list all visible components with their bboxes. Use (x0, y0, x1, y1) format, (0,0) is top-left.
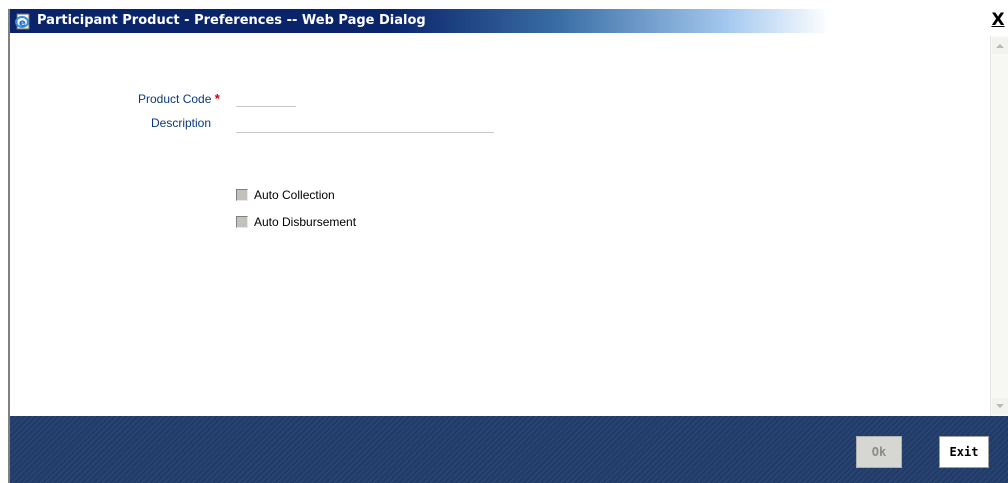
auto-collection-label: Auto Collection (254, 188, 335, 202)
vertical-scrollbar[interactable] (990, 36, 1008, 416)
auto-disbursement-checkbox[interactable] (236, 216, 248, 228)
auto-collection-row[interactable]: Auto Collection (236, 187, 335, 203)
dialog-window: e Participant Product - Preferences -- W… (8, 9, 1008, 483)
dialog-content: Product Code * Description Auto Collecti… (10, 33, 990, 416)
auto-disbursement-row[interactable]: Auto Disbursement (236, 214, 356, 230)
close-icon[interactable]: X (988, 10, 1008, 30)
svg-text:e: e (19, 18, 26, 29)
product-code-input[interactable] (236, 91, 296, 107)
ie-page-icon: e (14, 13, 32, 30)
description-input[interactable] (236, 117, 494, 133)
arrow-up-icon (996, 44, 1004, 48)
auto-collection-checkbox[interactable] (236, 189, 248, 201)
description-label: Description (151, 116, 212, 130)
title-bar[interactable]: e Participant Product - Preferences -- W… (10, 9, 1008, 33)
required-marker: * (214, 91, 220, 106)
product-code-label: Product Code * (138, 91, 220, 106)
auto-disbursement-label: Auto Disbursement (254, 215, 357, 229)
scroll-down-button[interactable] (992, 398, 1008, 414)
window-title: Participant Product - Preferences -- Web… (37, 13, 426, 28)
dialog-footer: Ok Exit (10, 416, 1008, 483)
arrow-down-icon (996, 404, 1004, 408)
exit-button[interactable]: Exit (939, 436, 989, 468)
ok-button[interactable]: Ok (856, 436, 902, 468)
product-code-label-text: Product Code (138, 92, 212, 106)
scroll-up-button[interactable] (992, 38, 1008, 54)
